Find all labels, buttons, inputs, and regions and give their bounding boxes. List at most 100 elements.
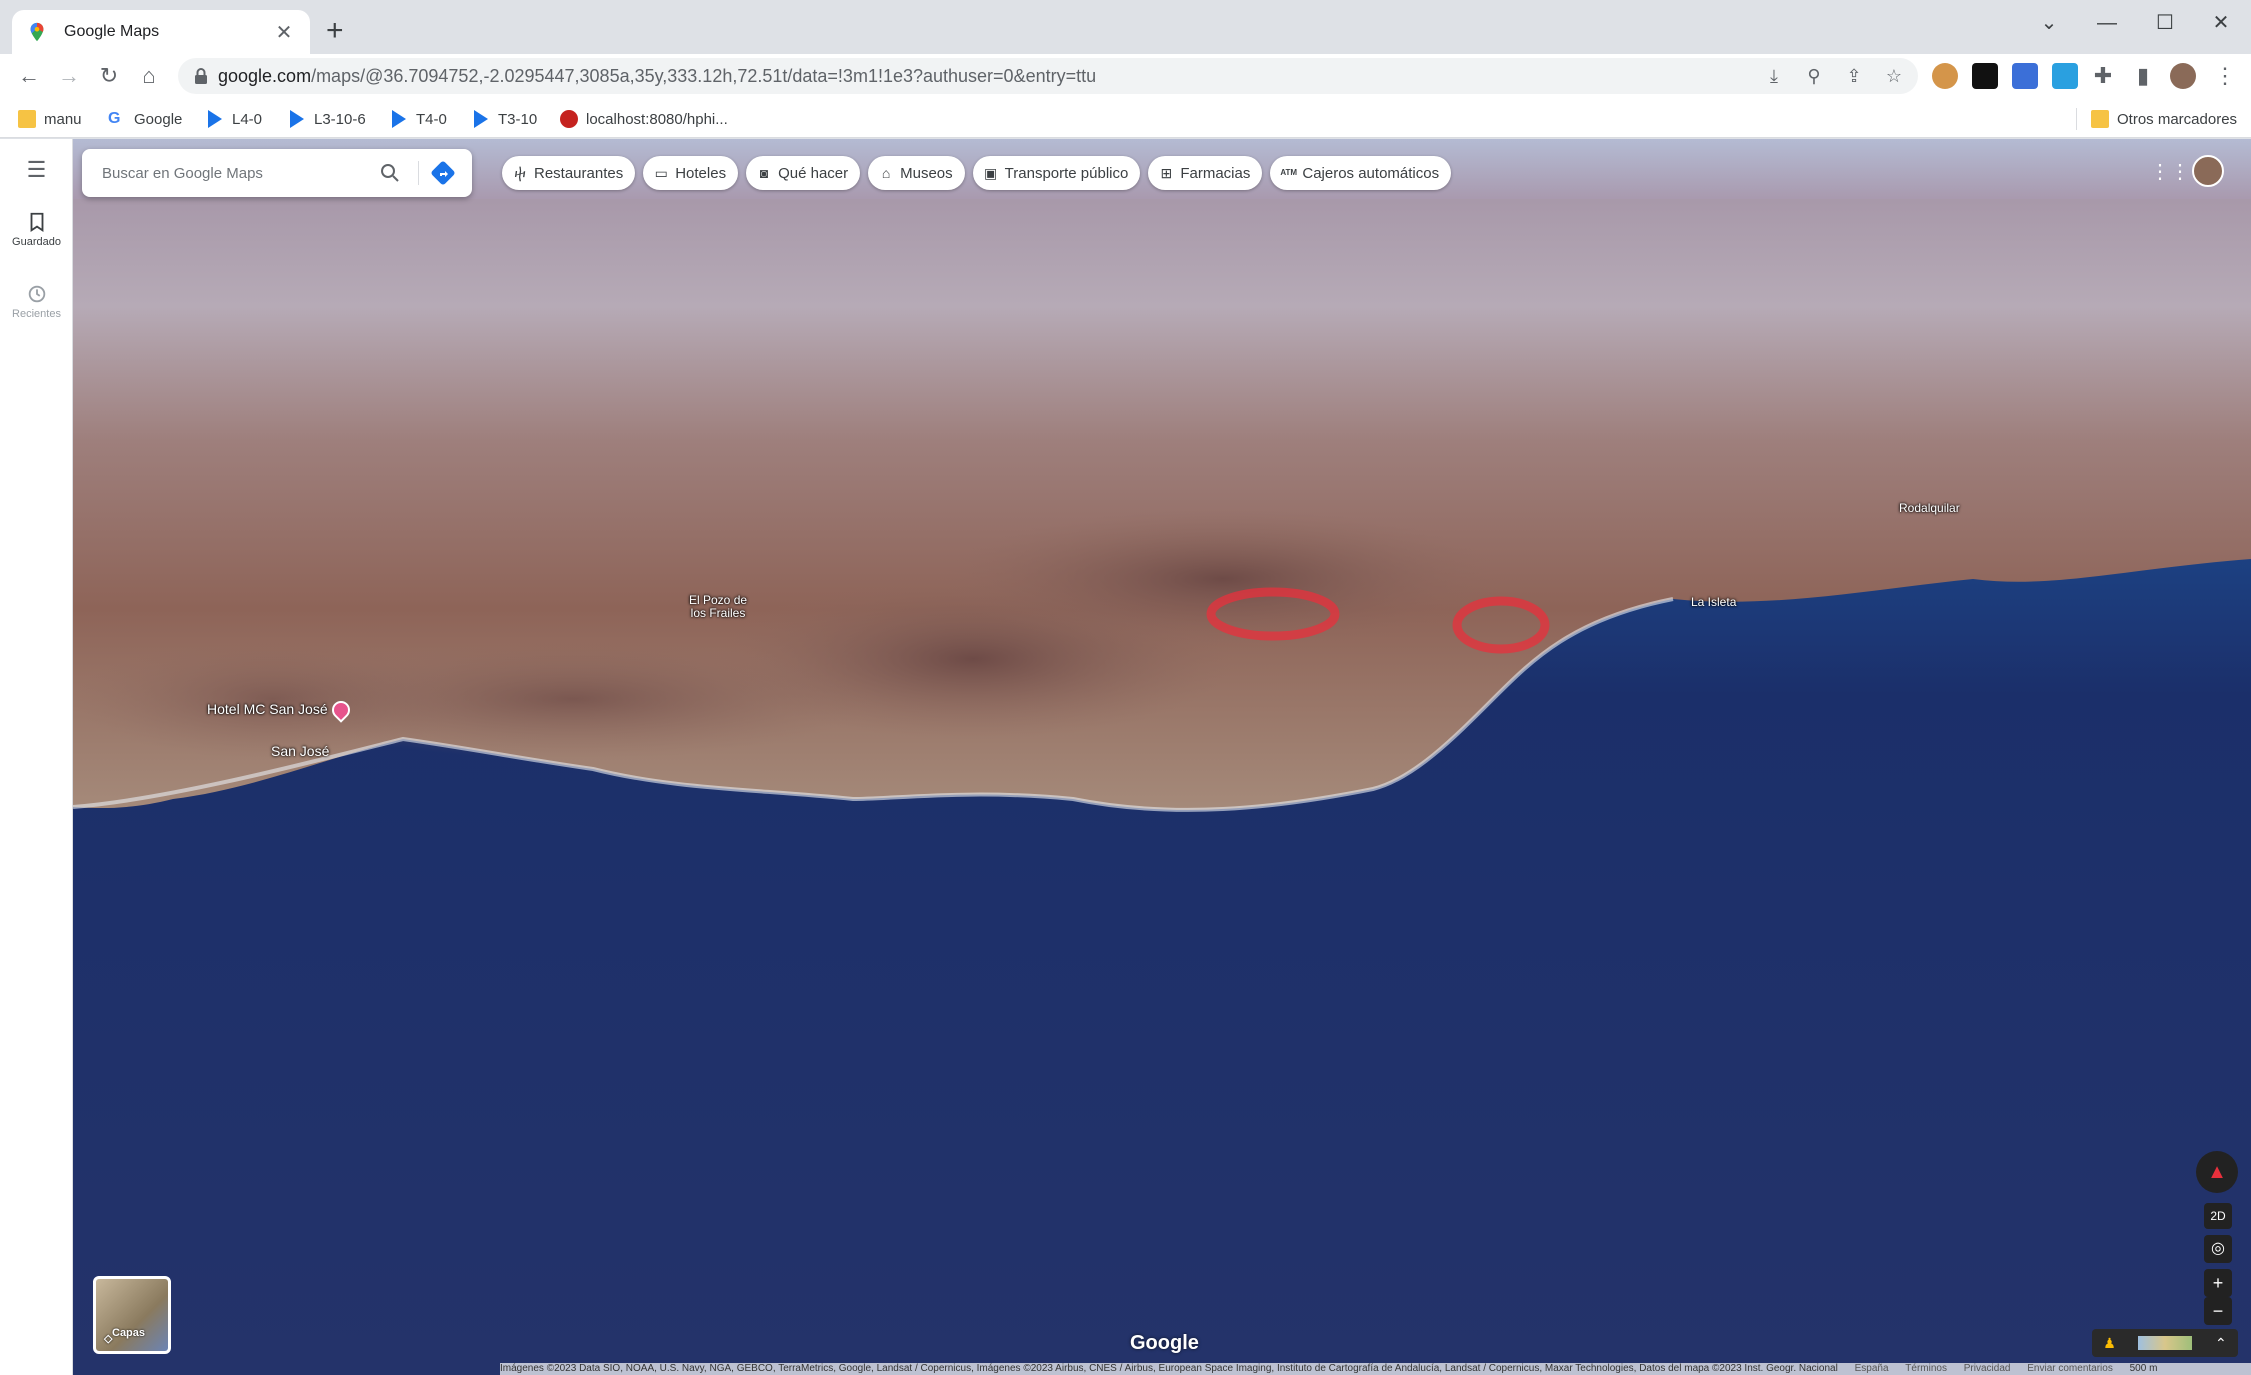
- side-panel-icon[interactable]: ▮: [2128, 61, 2158, 91]
- lock-icon: [195, 68, 207, 84]
- layers-label: ◇ Capas: [104, 1327, 146, 1345]
- map-label-hotel[interactable]: Hotel MC San José: [207, 697, 354, 724]
- extensions-puzzle-icon[interactable]: ✚: [2088, 61, 2118, 91]
- tab-close-icon[interactable]: ✕: [272, 20, 296, 45]
- bookmark-t3-10[interactable]: T3-10: [474, 108, 537, 130]
- chip-label: Qué hacer: [778, 164, 849, 182]
- bookmark-manu[interactable]: manu: [18, 108, 82, 130]
- recent-button[interactable]: Recientes: [0, 283, 73, 320]
- bookmark-t4-0[interactable]: T4-0: [392, 108, 447, 130]
- reload-button[interactable]: ↻: [94, 61, 124, 91]
- bookmark-label: L3-10-6: [314, 110, 366, 128]
- minimize-button[interactable]: —: [2078, 6, 2136, 40]
- install-icon[interactable]: ⤓: [1762, 64, 1786, 88]
- bookmark-star-icon[interactable]: ☆: [1882, 64, 1906, 88]
- share-icon[interactable]: ⇪: [1842, 64, 1866, 88]
- tab-google-maps[interactable]: Google Maps ✕: [12, 10, 310, 54]
- chip-que-hacer[interactable]: ◙ Qué hacer: [746, 156, 861, 190]
- footer-link-terminos[interactable]: Términos: [1905, 1363, 1947, 1374]
- saved-button[interactable]: Guardado: [0, 211, 73, 248]
- transit-icon: ▣: [984, 165, 998, 181]
- zoom-in-button[interactable]: +: [2204, 1269, 2232, 1297]
- maps-pin-icon: [30, 22, 44, 42]
- bookmark-label: localhost:8080/hphi...: [586, 110, 728, 128]
- map-label-pozo[interactable]: El Pozo de los Frailes: [689, 594, 747, 620]
- toolbar: ← → ↻ ⌂ google.com/maps/@36.7094752,-2.0…: [0, 54, 2251, 98]
- atm-icon: ATM: [1280, 168, 1298, 177]
- satellite-3d-view[interactable]: El Pozo de los Frailes Hotel MC San José …: [73, 139, 2251, 1375]
- museum-icon: ⌂: [881, 165, 891, 181]
- directions-icon[interactable]: [430, 160, 456, 186]
- footer-link-privacidad[interactable]: Privacidad: [1964, 1363, 2011, 1374]
- map-label-rodalquilar[interactable]: Rodalquilar: [1899, 501, 1960, 515]
- play-icon: [474, 110, 488, 128]
- zoom-icon[interactable]: ⚲: [1802, 64, 1826, 88]
- tab-strip: Google Maps ✕ + ⌄ — ☐ ✕: [0, 0, 2251, 54]
- bookmark-l3-10-6[interactable]: L3-10-6: [290, 108, 366, 130]
- chip-restaurantes[interactable]: ⴕ Restaurantes: [502, 156, 636, 190]
- hamburger-menu-icon[interactable]: ☰: [0, 157, 73, 183]
- bookmark-localhost[interactable]: localhost:8080/hphi...: [560, 108, 728, 130]
- terrain-canvas: [73, 139, 2251, 1375]
- site-icon: [560, 110, 578, 128]
- window-extension-icon[interactable]: [2052, 63, 2078, 89]
- footer-link-comentarios[interactable]: Enviar comentarios: [2027, 1363, 2113, 1374]
- bookmark-google[interactable]: G Google: [108, 108, 182, 130]
- bookmark-l4-0[interactable]: L4-0: [208, 108, 262, 130]
- chip-label: Transporte público: [1004, 164, 1129, 182]
- search-icon[interactable]: [378, 161, 402, 185]
- hotel-pin-icon[interactable]: [327, 697, 354, 724]
- home-button[interactable]: ⌂: [134, 61, 164, 91]
- chip-hoteles[interactable]: ▭ Hoteles: [643, 156, 739, 190]
- maps-app: ☰ Guardado Recientes El Pozo de los Frai…: [0, 139, 2251, 1375]
- saved-label: Guardado: [12, 236, 61, 248]
- bookmarks-bar: manu G Google L4-0 L3-10-6 T4-0 T3-10 loc…: [0, 98, 2251, 138]
- tab-title: Google Maps: [64, 23, 160, 40]
- other-bookmarks[interactable]: Otros marcadores: [2076, 108, 2237, 130]
- bookmark-label: manu: [44, 110, 82, 128]
- address-bar[interactable]: google.com/maps/@36.7094752,-2.0295447,3…: [178, 58, 1918, 94]
- back-button[interactable]: ←: [14, 61, 44, 91]
- pegman-panel: ♟ ⌃: [2092, 1329, 2238, 1357]
- cookie-extension-icon[interactable]: [1932, 63, 1958, 89]
- account-avatar[interactable]: [2192, 155, 2224, 187]
- category-chips: ⴕ Restaurantes ▭ Hoteles ◙ Qué hacer ⌂ Museo…: [502, 156, 1452, 190]
- new-tab-button[interactable]: +: [326, 16, 344, 46]
- zoom-out-button[interactable]: −: [2204, 1297, 2232, 1325]
- forward-button[interactable]: →: [54, 61, 84, 91]
- footer-link-espana[interactable]: España: [1855, 1363, 1889, 1374]
- toggle-2d-button[interactable]: 2D: [2204, 1203, 2232, 1229]
- play-icon: [208, 110, 222, 128]
- close-window-button[interactable]: ✕: [2192, 6, 2250, 40]
- folder-icon: [2091, 110, 2109, 128]
- scale-bar[interactable]: 500 m: [2130, 1363, 2158, 1374]
- pozo-line2: los Frailes: [690, 606, 746, 620]
- expand-chevron-icon[interactable]: ⌃: [2215, 1335, 2227, 1352]
- profile-avatar[interactable]: [2170, 63, 2196, 89]
- compass-icon[interactable]: ▲: [2196, 1151, 2238, 1193]
- play-icon: [290, 110, 304, 128]
- attribution-bar: Imágenes ©2023 Data SIO, NOAA, U.S. Navy…: [500, 1363, 2251, 1375]
- imagery-thumbnails[interactable]: [2138, 1336, 2193, 1350]
- pegman-icon[interactable]: ♟: [2103, 1335, 2116, 1352]
- search-box: [82, 149, 472, 197]
- dark-mode-extension-icon[interactable]: [1972, 63, 1998, 89]
- chip-label: Restaurantes: [534, 164, 624, 182]
- map-label-isleta[interactable]: La Isleta: [1691, 595, 1736, 609]
- chip-museos[interactable]: ⌂ Museos: [868, 156, 965, 190]
- folder-icon: [18, 110, 36, 128]
- chip-cajeros[interactable]: ATM Cajeros automáticos: [1270, 156, 1452, 190]
- layers-button[interactable]: ◇ Capas: [93, 1276, 171, 1354]
- tab-search-icon[interactable]: ⌄: [2020, 6, 2078, 40]
- history-icon: [28, 285, 45, 303]
- search-divider: [418, 161, 419, 185]
- menu-kebab-icon[interactable]: ⋮: [2210, 61, 2240, 91]
- url-domain: google.com: [218, 66, 312, 86]
- chip-farmacias[interactable]: ⊞ Farmacias: [1148, 156, 1263, 190]
- save-extension-icon[interactable]: [2012, 63, 2038, 89]
- my-location-icon[interactable]: ◎: [2204, 1235, 2232, 1263]
- map-label-san-jose[interactable]: San José: [271, 743, 329, 759]
- maximize-button[interactable]: ☐: [2136, 6, 2194, 40]
- chip-transporte[interactable]: ▣ Transporte público: [972, 156, 1141, 190]
- bed-icon: ▭: [654, 165, 668, 181]
